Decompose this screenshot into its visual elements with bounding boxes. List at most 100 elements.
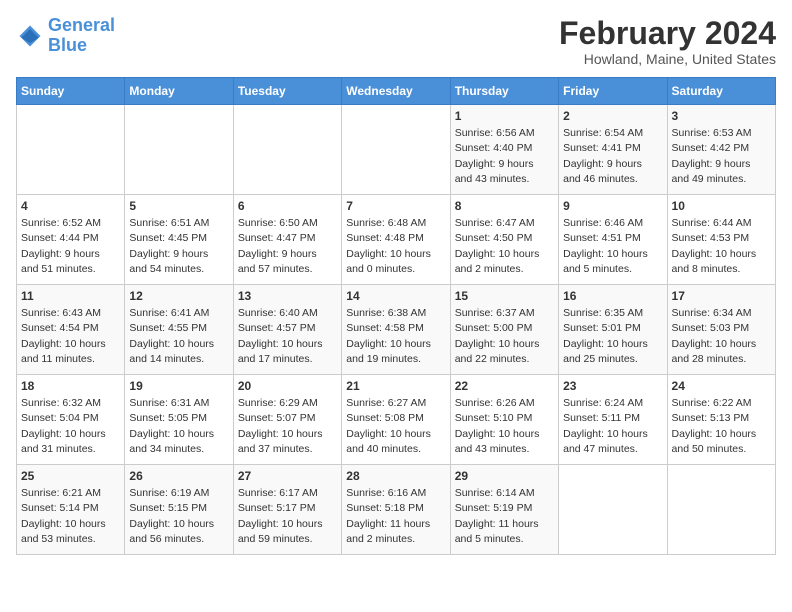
calendar-cell: 12 Sunrise: 6:41 AM Sunset: 4:55 PM Dayli… — [125, 285, 233, 375]
calendar-cell: 6 Sunrise: 6:50 AM Sunset: 4:47 PM Daylig… — [233, 195, 341, 285]
calendar-week-row: 18 Sunrise: 6:32 AM Sunset: 5:04 PM Dayli… — [17, 375, 776, 465]
day-number: 7 — [346, 199, 445, 213]
calendar-cell — [17, 105, 125, 195]
calendar-cell: 27Sunrise: 6:17 AM Sunset: 5:17 PM Dayli… — [233, 465, 341, 555]
day-number: 28 — [346, 469, 445, 483]
calendar-cell: 5Sunrise: 6:51 AM Sunset: 4:45 PM Daylig… — [125, 195, 233, 285]
calendar-cell: 9 Sunrise: 6:46 AM Sunset: 4:51 PM Daylig… — [559, 195, 667, 285]
day-number: 4 — [21, 199, 120, 213]
day-number: 12 — [129, 289, 228, 303]
day-detail: Sunrise: 6:35 AM Sunset: 5:01 PM Dayligh… — [563, 306, 662, 367]
calendar-cell: 7 Sunrise: 6:48 AM Sunset: 4:48 PM Daylig… — [342, 195, 450, 285]
calendar-cell: 11 Sunrise: 6:43 AM Sunset: 4:54 PM Dayli… — [17, 285, 125, 375]
day-detail: Sunrise: 6:32 AM Sunset: 5:04 PM Dayligh… — [21, 396, 120, 457]
day-number: 11 — [21, 289, 120, 303]
title-block: February 2024 Howland, Maine, United Sta… — [559, 16, 776, 67]
day-number: 18 — [21, 379, 120, 393]
day-detail: Sunrise: 6:31 AM Sunset: 5:05 PM Dayligh… — [129, 396, 228, 457]
day-detail: Sunrise: 6:19 AM Sunset: 5:15 PM Dayligh… — [129, 486, 228, 547]
location: Howland, Maine, United States — [559, 51, 776, 67]
weekday-header: Wednesday — [342, 78, 450, 105]
calendar-cell: 18 Sunrise: 6:32 AM Sunset: 5:04 PM Dayli… — [17, 375, 125, 465]
day-detail: Sunrise: 6:21 AM Sunset: 5:14 PM Dayligh… — [21, 486, 120, 547]
weekday-header: Saturday — [667, 78, 775, 105]
day-detail: Sunrise: 6:24 AM Sunset: 5:11 PM Dayligh… — [563, 396, 662, 457]
calendar-week-row: 11 Sunrise: 6:43 AM Sunset: 4:54 PM Dayli… — [17, 285, 776, 375]
day-detail: Sunrise: 6:46 AM Sunset: 4:51 PM Dayligh… — [563, 216, 662, 277]
day-number: 1 — [455, 109, 554, 123]
calendar-cell: 28Sunrise: 6:16 AM Sunset: 5:18 PM Dayli… — [342, 465, 450, 555]
day-detail: Sunrise: 6:17 AM Sunset: 5:17 PM Dayligh… — [238, 486, 337, 547]
calendar-cell: 14 Sunrise: 6:38 AM Sunset: 4:58 PM Dayli… — [342, 285, 450, 375]
calendar-body: 1Sunrise: 6:56 AM Sunset: 4:40 PM Daylig… — [17, 105, 776, 555]
calendar-cell: 1Sunrise: 6:56 AM Sunset: 4:40 PM Daylig… — [450, 105, 558, 195]
day-detail: Sunrise: 6:37 AM Sunset: 5:00 PM Dayligh… — [455, 306, 554, 367]
month-title: February 2024 — [559, 16, 776, 51]
day-detail: Sunrise: 6:53 AM Sunset: 4:42 PM Dayligh… — [672, 126, 771, 187]
calendar-cell: 24Sunrise: 6:22 AM Sunset: 5:13 PM Dayli… — [667, 375, 775, 465]
day-number: 10 — [672, 199, 771, 213]
calendar-cell — [125, 105, 233, 195]
calendar-header: SundayMondayTuesdayWednesdayThursdayFrid… — [17, 78, 776, 105]
day-number: 26 — [129, 469, 228, 483]
calendar-cell: 2Sunrise: 6:54 AM Sunset: 4:41 PM Daylig… — [559, 105, 667, 195]
day-number: 6 — [238, 199, 337, 213]
weekday-header: Tuesday — [233, 78, 341, 105]
calendar-cell: 19Sunrise: 6:31 AM Sunset: 5:05 PM Dayli… — [125, 375, 233, 465]
day-detail: Sunrise: 6:29 AM Sunset: 5:07 PM Dayligh… — [238, 396, 337, 457]
calendar-cell: 23Sunrise: 6:24 AM Sunset: 5:11 PM Dayli… — [559, 375, 667, 465]
calendar-cell — [342, 105, 450, 195]
day-number: 25 — [21, 469, 120, 483]
day-detail: Sunrise: 6:14 AM Sunset: 5:19 PM Dayligh… — [455, 486, 554, 547]
day-detail: Sunrise: 6:47 AM Sunset: 4:50 PM Dayligh… — [455, 216, 554, 277]
day-number: 15 — [455, 289, 554, 303]
calendar-cell: 21Sunrise: 6:27 AM Sunset: 5:08 PM Dayli… — [342, 375, 450, 465]
calendar-cell: 15 Sunrise: 6:37 AM Sunset: 5:00 PM Dayli… — [450, 285, 558, 375]
day-detail: Sunrise: 6:52 AM Sunset: 4:44 PM Dayligh… — [21, 216, 120, 277]
page-header: General Blue February 2024 Howland, Main… — [16, 16, 776, 67]
calendar-cell — [667, 465, 775, 555]
day-number: 22 — [455, 379, 554, 393]
calendar-cell — [233, 105, 341, 195]
day-detail: Sunrise: 6:34 AM Sunset: 5:03 PM Dayligh… — [672, 306, 771, 367]
day-number: 17 — [672, 289, 771, 303]
calendar-cell: 13Sunrise: 6:40 AM Sunset: 4:57 PM Dayli… — [233, 285, 341, 375]
day-number: 24 — [672, 379, 771, 393]
day-detail: Sunrise: 6:54 AM Sunset: 4:41 PM Dayligh… — [563, 126, 662, 187]
calendar-week-row: 4 Sunrise: 6:52 AM Sunset: 4:44 PM Daylig… — [17, 195, 776, 285]
weekday-header: Sunday — [17, 78, 125, 105]
day-detail: Sunrise: 6:38 AM Sunset: 4:58 PM Dayligh… — [346, 306, 445, 367]
weekday-row: SundayMondayTuesdayWednesdayThursdayFrid… — [17, 78, 776, 105]
calendar-cell: 26 Sunrise: 6:19 AM Sunset: 5:15 PM Dayli… — [125, 465, 233, 555]
day-number: 9 — [563, 199, 662, 213]
day-number: 16 — [563, 289, 662, 303]
day-detail: Sunrise: 6:27 AM Sunset: 5:08 PM Dayligh… — [346, 396, 445, 457]
logo-line1: General — [48, 15, 115, 35]
day-number: 3 — [672, 109, 771, 123]
calendar-week-row: 1Sunrise: 6:56 AM Sunset: 4:40 PM Daylig… — [17, 105, 776, 195]
day-detail: Sunrise: 6:41 AM Sunset: 4:55 PM Dayligh… — [129, 306, 228, 367]
day-detail: Sunrise: 6:26 AM Sunset: 5:10 PM Dayligh… — [455, 396, 554, 457]
day-number: 14 — [346, 289, 445, 303]
calendar-cell: 20 Sunrise: 6:29 AM Sunset: 5:07 PM Dayli… — [233, 375, 341, 465]
calendar-cell — [559, 465, 667, 555]
weekday-header: Friday — [559, 78, 667, 105]
day-detail: Sunrise: 6:43 AM Sunset: 4:54 PM Dayligh… — [21, 306, 120, 367]
logo-icon — [16, 22, 44, 50]
calendar-cell: 10 Sunrise: 6:44 AM Sunset: 4:53 PM Dayli… — [667, 195, 775, 285]
weekday-header: Monday — [125, 78, 233, 105]
calendar-cell: 22 Sunrise: 6:26 AM Sunset: 5:10 PM Dayli… — [450, 375, 558, 465]
calendar-cell: 16 Sunrise: 6:35 AM Sunset: 5:01 PM Dayli… — [559, 285, 667, 375]
day-number: 8 — [455, 199, 554, 213]
logo-line2: Blue — [48, 35, 87, 55]
calendar-cell: 4 Sunrise: 6:52 AM Sunset: 4:44 PM Daylig… — [17, 195, 125, 285]
calendar-cell: 25 Sunrise: 6:21 AM Sunset: 5:14 PM Dayli… — [17, 465, 125, 555]
day-detail: Sunrise: 6:44 AM Sunset: 4:53 PM Dayligh… — [672, 216, 771, 277]
calendar-week-row: 25 Sunrise: 6:21 AM Sunset: 5:14 PM Dayli… — [17, 465, 776, 555]
day-detail: Sunrise: 6:50 AM Sunset: 4:47 PM Dayligh… — [238, 216, 337, 277]
calendar-cell: 29Sunrise: 6:14 AM Sunset: 5:19 PM Dayli… — [450, 465, 558, 555]
calendar-cell: 17 Sunrise: 6:34 AM Sunset: 5:03 PM Dayli… — [667, 285, 775, 375]
day-detail: Sunrise: 6:48 AM Sunset: 4:48 PM Dayligh… — [346, 216, 445, 277]
logo: General Blue — [16, 16, 115, 56]
day-number: 20 — [238, 379, 337, 393]
